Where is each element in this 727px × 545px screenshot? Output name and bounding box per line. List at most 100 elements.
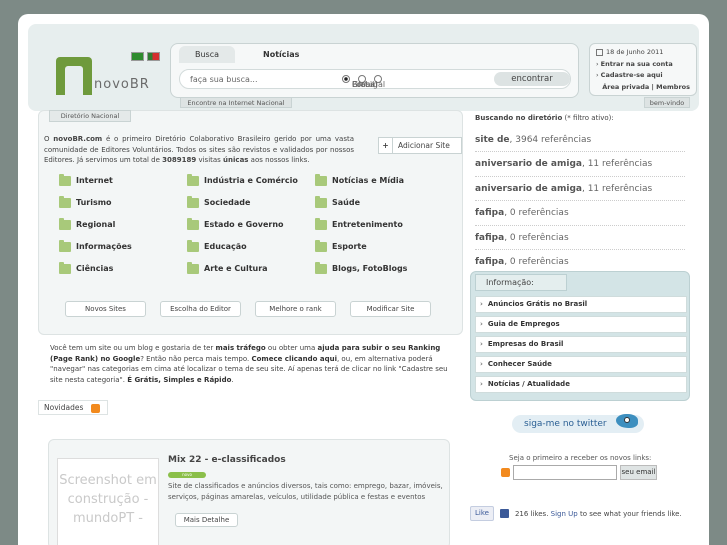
folder-icon bbox=[187, 239, 199, 252]
radio-selected-icon bbox=[342, 75, 350, 83]
calendar-icon bbox=[596, 49, 603, 57]
new-sites-button[interactable]: Novos Sites bbox=[65, 301, 146, 317]
page: novoBR Busca Notícias faça sua busca... … bbox=[18, 14, 709, 545]
category-esporte[interactable]: Esporte bbox=[315, 239, 443, 255]
directory-tab[interactable]: Diretório Nacional bbox=[49, 110, 131, 122]
folder-icon bbox=[187, 217, 199, 230]
subscribe-button[interactable]: seu email bbox=[620, 465, 657, 480]
category-noticias[interactable]: Notícias e Mídia bbox=[315, 173, 443, 189]
search-result[interactable]: fafipa, 0 referências bbox=[475, 201, 685, 226]
logo-text: novoBR bbox=[94, 77, 150, 92]
directory-intro: O novoBR.com é o primeiro Diretório Cola… bbox=[44, 135, 354, 164]
search-button[interactable]: encontrar bbox=[494, 72, 570, 86]
signup-link[interactable]: Sign Up bbox=[551, 510, 578, 518]
folder-icon bbox=[187, 261, 199, 274]
rss-icon[interactable] bbox=[91, 403, 101, 413]
logo-n-icon bbox=[56, 57, 92, 95]
info-link-anuncios[interactable]: Anúncios Grátis no Brasil bbox=[475, 296, 687, 313]
info-panel: Informação: Anúncios Grátis no Brasil Gu… bbox=[470, 271, 690, 401]
header: novoBR Busca Notícias faça sua busca... … bbox=[28, 24, 699, 111]
tab-noticias[interactable]: Notícias bbox=[247, 46, 315, 63]
folder-icon bbox=[59, 217, 71, 230]
search-caption: Encontre na Internet Nacional bbox=[180, 97, 292, 108]
facebook-icon bbox=[499, 509, 509, 518]
category-regional[interactable]: Regional bbox=[59, 217, 187, 233]
info-link-noticias[interactable]: Notícias / Atualidade bbox=[475, 376, 687, 393]
improve-rank-button[interactable]: Melhore o rank bbox=[255, 301, 336, 317]
folder-icon bbox=[315, 217, 327, 230]
folder-icon bbox=[59, 239, 71, 252]
news-description: Site de classificados e anúncios diverso… bbox=[168, 482, 443, 501]
search-result[interactable]: aniversario de amiga, 11 referências bbox=[475, 177, 685, 202]
info-link-empregos[interactable]: Guia de Empregos bbox=[475, 316, 687, 333]
category-saude[interactable]: Saúde bbox=[315, 195, 443, 211]
recent-searches: Buscando no diretório (* filtro ativo): … bbox=[475, 114, 690, 275]
info-link-saude[interactable]: Conhecer Saúde bbox=[475, 356, 687, 373]
category-informacoes[interactable]: Informações bbox=[59, 239, 187, 255]
folder-icon bbox=[59, 173, 71, 186]
twitter-bird-icon[interactable] bbox=[610, 409, 640, 433]
search-scope: Brasil Portugal Global bbox=[342, 75, 385, 89]
login-link[interactable]: Entrar na sua conta bbox=[601, 60, 673, 68]
info-link-empresas[interactable]: Empresas do Brasil bbox=[475, 336, 687, 353]
category-estado[interactable]: Estado e Governo bbox=[187, 217, 315, 233]
welcome-label: bem-vindo bbox=[644, 97, 690, 108]
plus-icon: + bbox=[379, 138, 393, 153]
category-grid: Internet Indústria e Comércio Notícias e… bbox=[59, 173, 459, 277]
email-field[interactable] bbox=[513, 465, 617, 480]
category-internet[interactable]: Internet bbox=[59, 173, 187, 189]
modify-site-button[interactable]: Modificar Site bbox=[350, 301, 431, 317]
news-title[interactable]: Mix 22 - e-classificados bbox=[168, 455, 286, 465]
folder-icon bbox=[315, 195, 327, 208]
register-link[interactable]: Cadastre-se aqui bbox=[601, 71, 663, 79]
category-sociedade[interactable]: Sociedade bbox=[187, 195, 315, 211]
category-blogs[interactable]: Blogs, FotoBlogs bbox=[315, 261, 443, 277]
folder-icon bbox=[59, 261, 71, 274]
likes-count: 216 likes. bbox=[514, 509, 549, 518]
category-entretenimento[interactable]: Entretenimento bbox=[315, 217, 443, 233]
category-turismo[interactable]: Turismo bbox=[59, 195, 187, 211]
editor-choice-button[interactable]: Escolha do Editor bbox=[160, 301, 241, 317]
brazil-flag-icon[interactable] bbox=[131, 52, 144, 61]
folder-icon bbox=[315, 261, 327, 274]
directory-panel: Diretório Nacional O novoBR.com é o prim… bbox=[38, 110, 463, 335]
like-button[interactable]: Like bbox=[470, 506, 494, 521]
private-area-link[interactable]: Área privada | Membros bbox=[602, 83, 690, 91]
site-screenshot: Screenshot em construção - mundoPT - bbox=[57, 458, 159, 545]
news-item: Screenshot em construção - mundoPT - Mix… bbox=[48, 439, 450, 545]
search-panel: Busca Notícias faça sua busca... Brasil … bbox=[170, 43, 579, 98]
folder-icon bbox=[59, 195, 71, 208]
search-result[interactable]: site de, 3964 referências bbox=[475, 128, 685, 153]
search-result[interactable]: fafipa, 0 referências bbox=[475, 226, 685, 250]
news-tab[interactable]: Novidades bbox=[38, 400, 108, 415]
promo-text: Você tem um site ou um blog e gostaria d… bbox=[50, 344, 448, 384]
subscribe-form: seu email bbox=[501, 465, 657, 480]
current-date: 18 de Junho 2011 bbox=[606, 48, 664, 56]
directory-actions: Novos Sites Escolha do Editor Melhore o … bbox=[65, 301, 431, 317]
new-badge: novo bbox=[168, 472, 206, 478]
rss-icon bbox=[501, 468, 510, 477]
folder-icon bbox=[315, 239, 327, 252]
info-tab: Informação: bbox=[475, 274, 567, 291]
category-educacao[interactable]: Educação bbox=[187, 239, 315, 255]
logo[interactable]: novoBR bbox=[56, 57, 149, 107]
account-box: 18 de Junho 2011 › Entrar na sua conta ›… bbox=[589, 43, 697, 96]
category-arte[interactable]: Arte e Cultura bbox=[187, 261, 315, 277]
category-ciencias[interactable]: Ciências bbox=[59, 261, 187, 277]
more-details-button[interactable]: Mais Detalhe bbox=[175, 513, 238, 527]
subscribe-text: Seja o primeiro a receber os novos links… bbox=[509, 454, 652, 462]
language-flags bbox=[131, 52, 160, 61]
facebook-like: Like 216 likes. Sign Up to see what your… bbox=[470, 506, 682, 521]
tab-busca[interactable]: Busca bbox=[179, 46, 236, 63]
start-here-link[interactable]: Comece clicando aqui bbox=[251, 355, 337, 363]
search-placeholder: faça sua busca... bbox=[190, 75, 258, 84]
search-input[interactable]: faça sua busca... Brasil Portugal Global… bbox=[179, 69, 571, 89]
search-result[interactable]: aniversario de amiga, 11 referências bbox=[475, 152, 685, 177]
folder-icon bbox=[187, 195, 199, 208]
folder-icon bbox=[315, 173, 327, 186]
radio-brasil[interactable]: Brasil bbox=[342, 75, 374, 89]
category-industria[interactable]: Indústria e Comércio bbox=[187, 173, 315, 189]
folder-icon bbox=[187, 173, 199, 186]
add-site-button[interactable]: + Adicionar Site bbox=[378, 137, 462, 154]
portugal-flag-icon[interactable] bbox=[147, 52, 160, 61]
